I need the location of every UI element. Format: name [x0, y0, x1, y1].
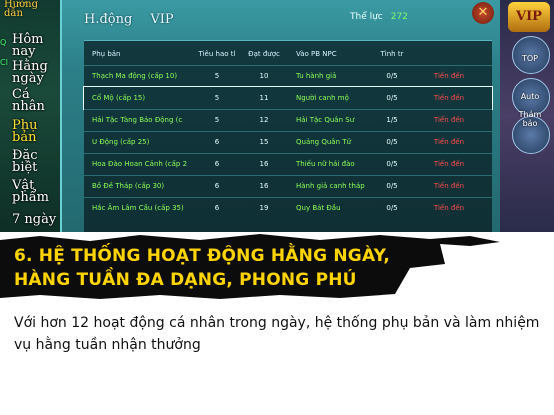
dungeon-name: Hoa Đào Hoan Cảnh (cấp 2: [92, 160, 188, 168]
stamina-display: Thể lực 272: [350, 12, 408, 22]
headline-line-1: 6. HỆ THỐNG HOẠT ĐỘNG HẰNG NGÀY,: [14, 246, 391, 266]
table-row[interactable]: Cổ Mộ (cấp 15) 5 11 Người canh mộ 0/5 Ti…: [83, 86, 493, 110]
tab-bar: H.động VIP: [84, 12, 174, 34]
row-divider: [84, 109, 492, 110]
row-divider: [84, 197, 492, 198]
header-gain: Đạt được: [248, 50, 280, 58]
dungeon-status: 1/5: [386, 116, 398, 124]
dungeon-npc: Thiếu nữ hái đào: [296, 160, 355, 168]
go-to-button[interactable]: Tiến đến: [424, 131, 474, 153]
table-row[interactable]: Hắc Âm Lâm Cầu (cấp 35) 6 19 Quy Bát Đầu…: [84, 197, 492, 219]
row-divider: [84, 175, 492, 176]
go-to-button[interactable]: Tiến đến: [424, 109, 474, 131]
header-status: Tình tr: [380, 50, 404, 58]
dungeon-npc: Quảng Quân Tử: [296, 138, 351, 146]
table-header: Phụ bản Tiêu hao tl Đạt được Vào PB NPC …: [84, 43, 492, 65]
dungeon-npc: Tu hành giả: [296, 72, 337, 80]
dungeon-cost: 6: [214, 160, 220, 168]
tab-vip[interactable]: VIP: [150, 12, 173, 34]
dungeon-cost: 5: [214, 94, 220, 102]
dungeon-name: Thạch Ma động (cấp 10): [92, 72, 178, 80]
dungeon-npc: Hành giả canh tháp: [296, 182, 365, 190]
go-to-button[interactable]: Tiến đến: [424, 153, 474, 175]
header-npc: Vào PB NPC: [296, 50, 337, 58]
dungeon-name: Hải Tặc Tàng Bảo Động (c: [92, 116, 183, 124]
game-screenshot: Hướng dẫn Q CI Hôm nay Hằng ngày Cá nhân…: [0, 0, 554, 232]
description-text: Với hơn 12 hoạt động cá nhân trong ngày,…: [14, 315, 540, 353]
menu-item-personal[interactable]: Cá nhân: [12, 88, 45, 113]
tab-activities[interactable]: H.động: [84, 12, 132, 34]
dungeon-status: 0/5: [386, 182, 398, 190]
menu-item-special[interactable]: Đặc biệt: [12, 149, 38, 174]
treasure-label: Thám bảo: [518, 110, 542, 128]
dungeon-status: 0/5: [386, 160, 398, 168]
dungeon-npc: Hải Tặc Quân Sư: [296, 116, 355, 124]
dungeon-gain: 16: [259, 160, 269, 168]
dungeon-gain: 10: [259, 72, 269, 80]
dungeon-gain: 16: [259, 182, 269, 190]
table-row[interactable]: Hải Tặc Tàng Bảo Động (c 5 12 Hải Tặc Qu…: [84, 109, 492, 131]
go-to-button[interactable]: Tiến đến: [424, 65, 474, 87]
left-menu: Hướng dẫn Q CI Hôm nay Hằng ngày Cá nhân…: [0, 0, 60, 232]
dungeon-status: 0/5: [386, 72, 398, 80]
dungeon-gain: 12: [259, 116, 269, 124]
menu-item-today[interactable]: Hôm nay: [12, 33, 44, 58]
stamina-label: Thể lực: [350, 12, 383, 22]
menu-item-dungeon[interactable]: Phụ bản: [12, 119, 38, 144]
dungeon-status: 0/5: [386, 94, 398, 102]
dungeon-gain: 15: [259, 138, 269, 146]
row-divider: [84, 131, 492, 132]
auto-label: Auto: [520, 92, 540, 101]
dungeon-status: 0/5: [386, 204, 398, 212]
dungeon-name: Bồ Đề Tháp (cấp 30): [92, 182, 165, 190]
row-divider: [84, 153, 492, 154]
close-icon[interactable]: ✕: [472, 2, 494, 24]
table-row[interactable]: Thạch Ma động (cấp 10) 5 10 Tu hành giả …: [84, 65, 492, 87]
vip-button[interactable]: VIP: [508, 2, 550, 32]
go-to-button[interactable]: Tiến đến: [424, 175, 474, 197]
dungeon-name: Cổ Mộ (cấp 15): [92, 94, 146, 102]
dungeon-npc: Quy Bát Đầu: [296, 204, 341, 212]
dungeon-cost: 6: [214, 138, 220, 146]
table-row[interactable]: Bồ Đề Tháp (cấp 30) 6 16 Hành giả canh t…: [84, 175, 492, 197]
header-dungeon: Phụ bản: [92, 50, 121, 58]
ribbon-label-b: CI: [0, 58, 8, 67]
table-row[interactable]: U Động (cấp 25) 6 15 Quảng Quân Tử 0/5 T…: [84, 131, 492, 153]
dungeon-npc: Người canh mộ: [296, 94, 349, 102]
headline-banner: 6. HỆ THỐNG HOẠT ĐỘNG HẰNG NGÀY, HÀNG TU…: [0, 234, 554, 300]
dungeon-gain: 19: [259, 204, 269, 212]
dungeon-cost: 6: [214, 204, 220, 212]
dungeon-cost: 5: [214, 116, 220, 124]
menu-item-7days[interactable]: 7 ngày: [12, 213, 56, 226]
stamina-value: 272: [390, 12, 408, 22]
menu-item-daily[interactable]: Hằng ngày: [12, 60, 48, 85]
menu-item-items[interactable]: Vật phẩm: [12, 179, 49, 204]
dungeon-cost: 6: [214, 182, 220, 190]
dungeon-name: Hắc Âm Lâm Cầu (cấp 35): [92, 204, 184, 212]
go-to-button[interactable]: Tiến đến: [424, 197, 474, 219]
headline-line-2: HÀNG TUẦN ĐA DẠNG, PHONG PHÚ: [14, 270, 357, 290]
activity-panel: H.động VIP Thể lực 272 Phụ bản Tiêu hao t…: [60, 0, 502, 232]
ribbon-label-a: Q: [0, 38, 7, 47]
header-cost: Tiêu hao tl: [198, 50, 236, 58]
dungeon-table: Phụ bản Tiêu hao tl Đạt được Vào PB NPC …: [83, 40, 493, 232]
top-label: TOP: [521, 54, 538, 63]
go-to-button[interactable]: Tiến đến: [424, 87, 474, 109]
dungeon-name: U Động (cấp 25): [92, 138, 150, 146]
dungeon-status: 0/5: [386, 138, 398, 146]
guide-button[interactable]: Hướng dẫn: [4, 0, 38, 19]
dungeon-cost: 5: [214, 72, 220, 80]
dungeon-gain: 11: [259, 94, 269, 102]
row-divider: [84, 65, 492, 66]
brush-stroke-background: [0, 234, 500, 299]
table-row[interactable]: Hoa Đào Hoan Cảnh (cấp 2 6 16 Thiếu nữ h…: [84, 153, 492, 175]
